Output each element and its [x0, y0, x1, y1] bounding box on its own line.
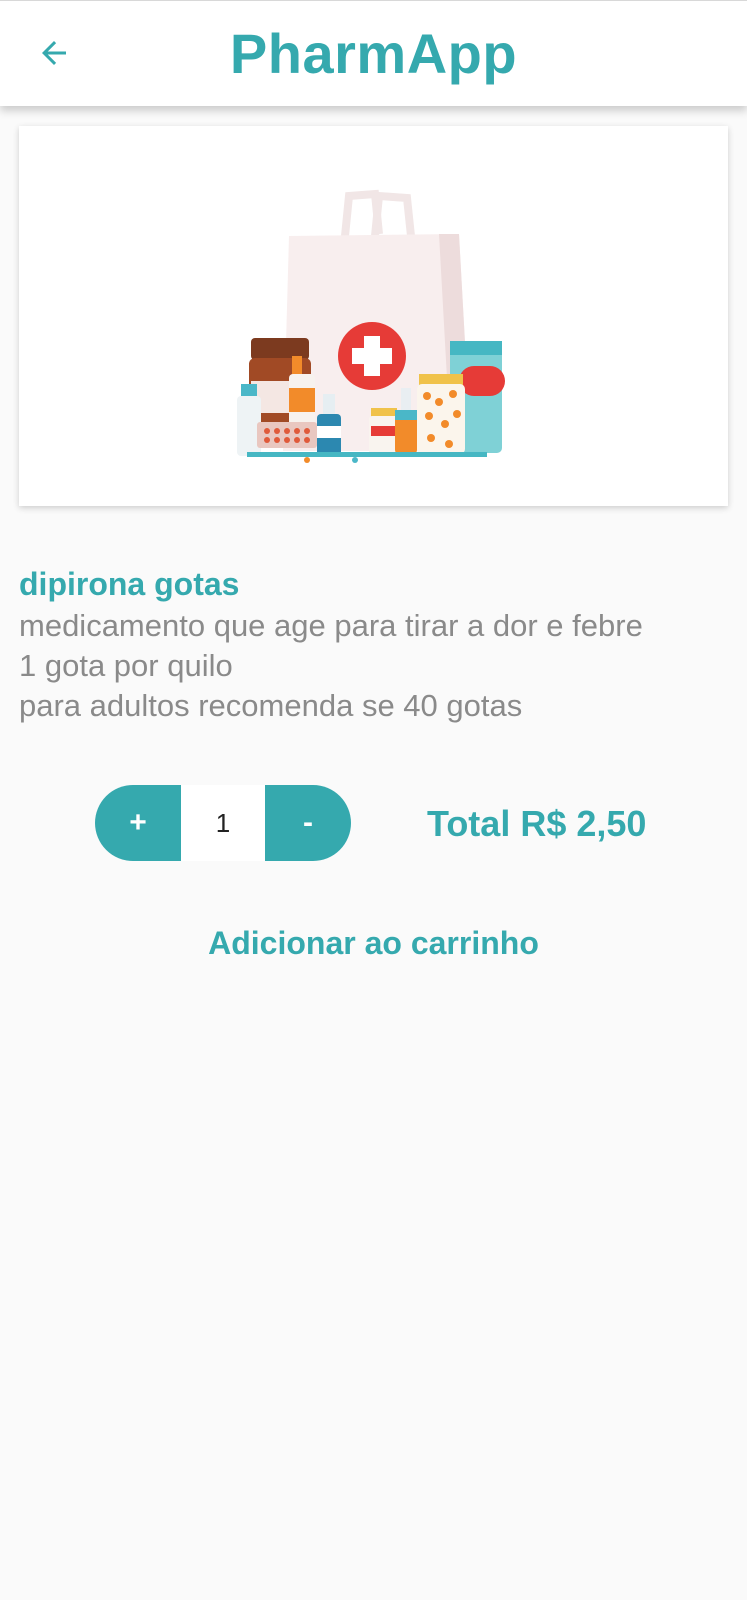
- app-bar: PharmApp: [0, 0, 747, 106]
- quantity-stepper: + 1 -: [95, 785, 351, 861]
- quantity-value: 1: [181, 785, 265, 861]
- product-image-card: [19, 126, 728, 506]
- product-description-line: 1 gota por quilo: [19, 648, 233, 683]
- decrement-button[interactable]: -: [265, 785, 351, 861]
- product-description-line: medicamento que age para tirar a dor e f…: [19, 608, 643, 643]
- app-title: PharmApp: [229, 22, 518, 85]
- increment-button[interactable]: +: [95, 785, 181, 861]
- product-description-line: para adultos recomenda se 40 gotas: [19, 688, 523, 723]
- pharmacy-bag-illustration: [237, 189, 505, 463]
- add-to-cart-button[interactable]: Adicionar ao carrinho: [0, 925, 747, 962]
- total-price: Total R$ 2,50: [427, 803, 647, 844]
- product-name: dipirona gotas: [19, 566, 240, 602]
